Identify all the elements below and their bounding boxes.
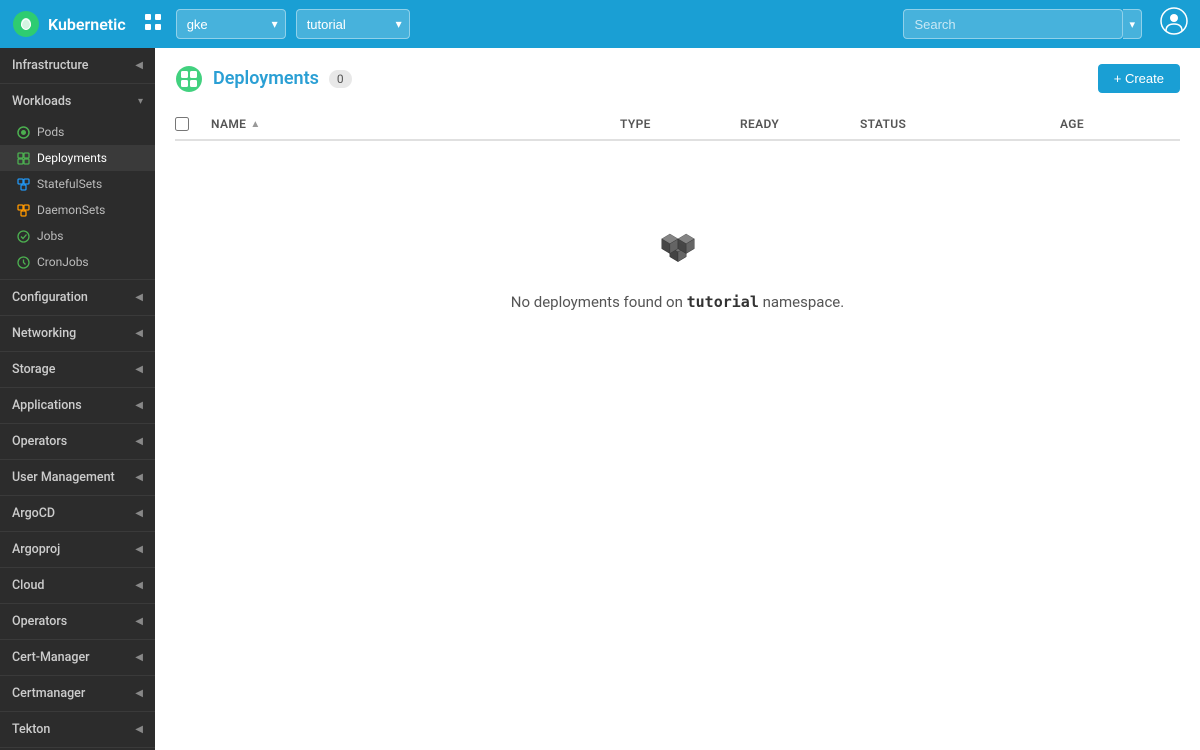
sidebar-header-cloud[interactable]: Cloud ◀ (0, 568, 155, 603)
content-title-area: Deployments 0 (175, 65, 352, 93)
chevron-argoproj: ◀ (135, 544, 143, 555)
sidebar-section-user-management: User Management ◀ (0, 460, 155, 496)
chevron-storage: ◀ (135, 364, 143, 375)
sidebar-header-argoproj[interactable]: Argoproj ◀ (0, 532, 155, 567)
topbar: Kubernetic gke minikube kind tutorial de… (0, 0, 1200, 48)
table-header: NAME ▲ TYPE READY STATUS AGE (175, 109, 1180, 141)
sidebar-section-infrastructure: Infrastructure ◀ (0, 48, 155, 84)
workloads-items: Pods Deployments (0, 119, 155, 279)
sidebar-item-daemonsets[interactable]: DaemonSets (0, 197, 155, 223)
empty-state: No deployments found on tutorial namespa… (175, 141, 1180, 391)
chevron-networking: ◀ (135, 328, 143, 339)
sidebar-header-infrastructure[interactable]: Infrastructure ◀ (0, 48, 155, 83)
sidebar-header-certmanager[interactable]: Certmanager ◀ (0, 676, 155, 711)
main-layout: Infrastructure ◀ Workloads ▾ Pods (0, 48, 1200, 750)
sort-name-icon: ▲ (250, 119, 260, 130)
cronjobs-icon (16, 255, 30, 269)
sidebar-section-certmanager: Certmanager ◀ (0, 676, 155, 712)
deployments-icon (16, 151, 30, 165)
sidebar-section-cert-manager: Cert-Manager ◀ (0, 640, 155, 676)
sidebar: Infrastructure ◀ Workloads ▾ Pods (0, 48, 155, 750)
select-all-checkbox[interactable] (175, 117, 189, 131)
table-header-checkbox[interactable] (175, 117, 211, 131)
sidebar-item-deployments[interactable]: Deployments (0, 145, 155, 171)
chevron-infrastructure: ◀ (135, 60, 143, 71)
table-header-status: STATUS (860, 117, 1060, 131)
sidebar-header-applications[interactable]: Applications ◀ (0, 388, 155, 423)
chevron-cert-manager: ◀ (135, 652, 143, 663)
page-title: Deployments (213, 68, 319, 89)
sidebar-item-jobs[interactable]: Jobs (0, 223, 155, 249)
sidebar-section-configuration: Configuration ◀ (0, 280, 155, 316)
sidebar-section-networking: Networking ◀ (0, 316, 155, 352)
table-header-name[interactable]: NAME ▲ (211, 117, 620, 131)
empty-state-icon (652, 221, 704, 277)
sidebar-section-applications: Applications ◀ (0, 388, 155, 424)
create-button[interactable]: + Create (1098, 64, 1180, 93)
cluster-select[interactable]: gke minikube kind (176, 9, 286, 39)
main-content: Deployments 0 + Create NAME ▲ TYPE READY… (155, 48, 1200, 750)
sidebar-header-networking[interactable]: Networking ◀ (0, 316, 155, 351)
chevron-tekton: ◀ (135, 724, 143, 735)
content-header: Deployments 0 + Create (175, 64, 1180, 93)
grid-icon[interactable] (144, 13, 162, 36)
sidebar-section-operators: Operators ◀ (0, 424, 155, 460)
chevron-operators: ◀ (135, 436, 143, 447)
count-badge: 0 (329, 70, 352, 88)
chevron-configuration: ◀ (135, 292, 143, 303)
pods-icon (16, 125, 30, 139)
daemonsets-icon (16, 203, 30, 217)
sidebar-section-cloud: Cloud ◀ (0, 568, 155, 604)
namespace-select[interactable]: tutorial default kube-system production (296, 9, 410, 39)
sidebar-section-argoproj: Argoproj ◀ (0, 532, 155, 568)
sidebar-header-cert-manager[interactable]: Cert-Manager ◀ (0, 640, 155, 675)
chevron-argocd: ◀ (135, 508, 143, 519)
sidebar-item-pods[interactable]: Pods (0, 119, 155, 145)
table-header-type: TYPE (620, 117, 740, 131)
deployments-page-icon (175, 65, 203, 93)
sidebar-header-tekton[interactable]: Tekton ◀ (0, 712, 155, 747)
chevron-certmanager: ◀ (135, 688, 143, 699)
table-header-age: AGE (1060, 117, 1180, 131)
chevron-operators2: ◀ (135, 616, 143, 627)
chevron-user-management: ◀ (135, 472, 143, 483)
sidebar-header-configuration[interactable]: Configuration ◀ (0, 280, 155, 315)
sidebar-header-user-management[interactable]: User Management ◀ (0, 460, 155, 495)
chevron-applications: ◀ (135, 400, 143, 411)
empty-state-text: No deployments found on tutorial namespa… (511, 293, 844, 311)
namespace-select-wrapper[interactable]: tutorial default kube-system production (296, 9, 410, 39)
sidebar-header-operators[interactable]: Operators ◀ (0, 424, 155, 459)
app-logo: Kubernetic (12, 10, 126, 38)
sidebar-section-storage: Storage ◀ (0, 352, 155, 388)
sidebar-header-storage[interactable]: Storage ◀ (0, 352, 155, 387)
logo-icon (12, 10, 40, 38)
statefulsets-icon (16, 177, 30, 191)
sidebar-section-operators2: Operators ◀ (0, 604, 155, 640)
sidebar-item-statefulsets[interactable]: StatefulSets (0, 171, 155, 197)
sidebar-item-cronjobs[interactable]: CronJobs (0, 249, 155, 275)
sidebar-section-tekton: Tekton ◀ (0, 712, 155, 748)
jobs-icon (16, 229, 30, 243)
search-wrapper: ▾ (903, 9, 1142, 39)
search-input[interactable] (903, 9, 1123, 39)
sidebar-header-operators2[interactable]: Operators ◀ (0, 604, 155, 639)
cluster-select-wrapper[interactable]: gke minikube kind (176, 9, 286, 39)
search-dropdown-button[interactable]: ▾ (1123, 9, 1142, 39)
chevron-cloud: ◀ (135, 580, 143, 591)
user-avatar[interactable] (1160, 7, 1188, 41)
chevron-workloads: ▾ (138, 96, 143, 107)
sidebar-header-workloads[interactable]: Workloads ▾ (0, 84, 155, 119)
table-header-ready: READY (740, 117, 860, 131)
sidebar-header-argocd[interactable]: ArgoCD ◀ (0, 496, 155, 531)
sidebar-section-workloads: Workloads ▾ Pods (0, 84, 155, 280)
sidebar-section-argocd: ArgoCD ◀ (0, 496, 155, 532)
